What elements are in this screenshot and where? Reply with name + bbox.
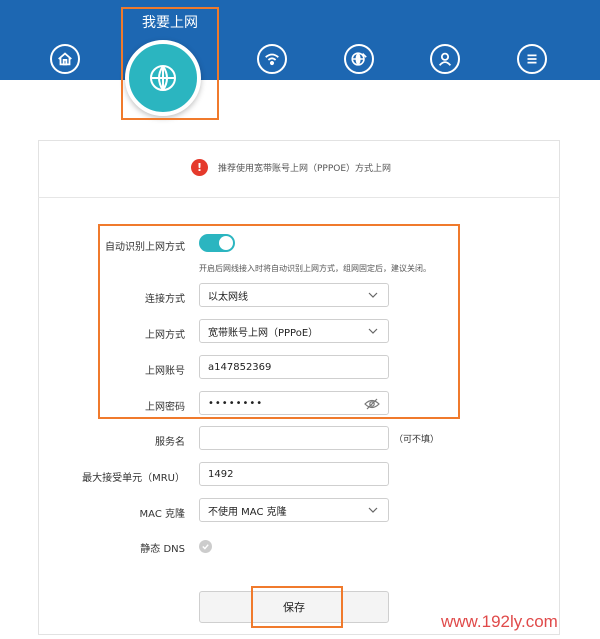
mac-value: 不使用 MAC 克隆: [208, 506, 287, 518]
highlight-box-form: [98, 224, 460, 419]
wifi-icon[interactable]: [257, 44, 287, 74]
notice-text: 推荐使用宽带账号上网（PPPOE）方式上网: [218, 164, 392, 174]
home-icon[interactable]: [50, 44, 80, 74]
service-input[interactable]: [199, 426, 389, 450]
top-nav-bar: [0, 0, 600, 80]
dns-check-icon[interactable]: [199, 540, 212, 553]
highlight-box-nav: [121, 7, 219, 120]
mru-label: 最大接受单元（MRU）: [82, 473, 185, 484]
warning-icon: !: [191, 159, 208, 176]
mac-label: MAC 克隆: [139, 509, 185, 520]
watermark-text: www.192ly.com: [441, 612, 558, 631]
mru-input[interactable]: 1492: [199, 462, 389, 486]
mru-value: 1492: [208, 468, 234, 480]
menu-icon[interactable]: [517, 44, 547, 74]
dns-label: 静态 DNS: [140, 544, 185, 555]
user-icon[interactable]: [430, 44, 460, 74]
mac-select[interactable]: 不使用 MAC 克隆: [199, 498, 389, 522]
notice-bar: ! 推荐使用宽带账号上网（PPPOE）方式上网: [38, 140, 560, 198]
globe-settings-icon[interactable]: [344, 44, 374, 74]
chevron-down-icon: [368, 507, 378, 513]
service-label: 服务名: [155, 437, 185, 448]
highlight-box-save: [251, 586, 343, 628]
service-optional-note: （可不填）: [394, 435, 440, 445]
